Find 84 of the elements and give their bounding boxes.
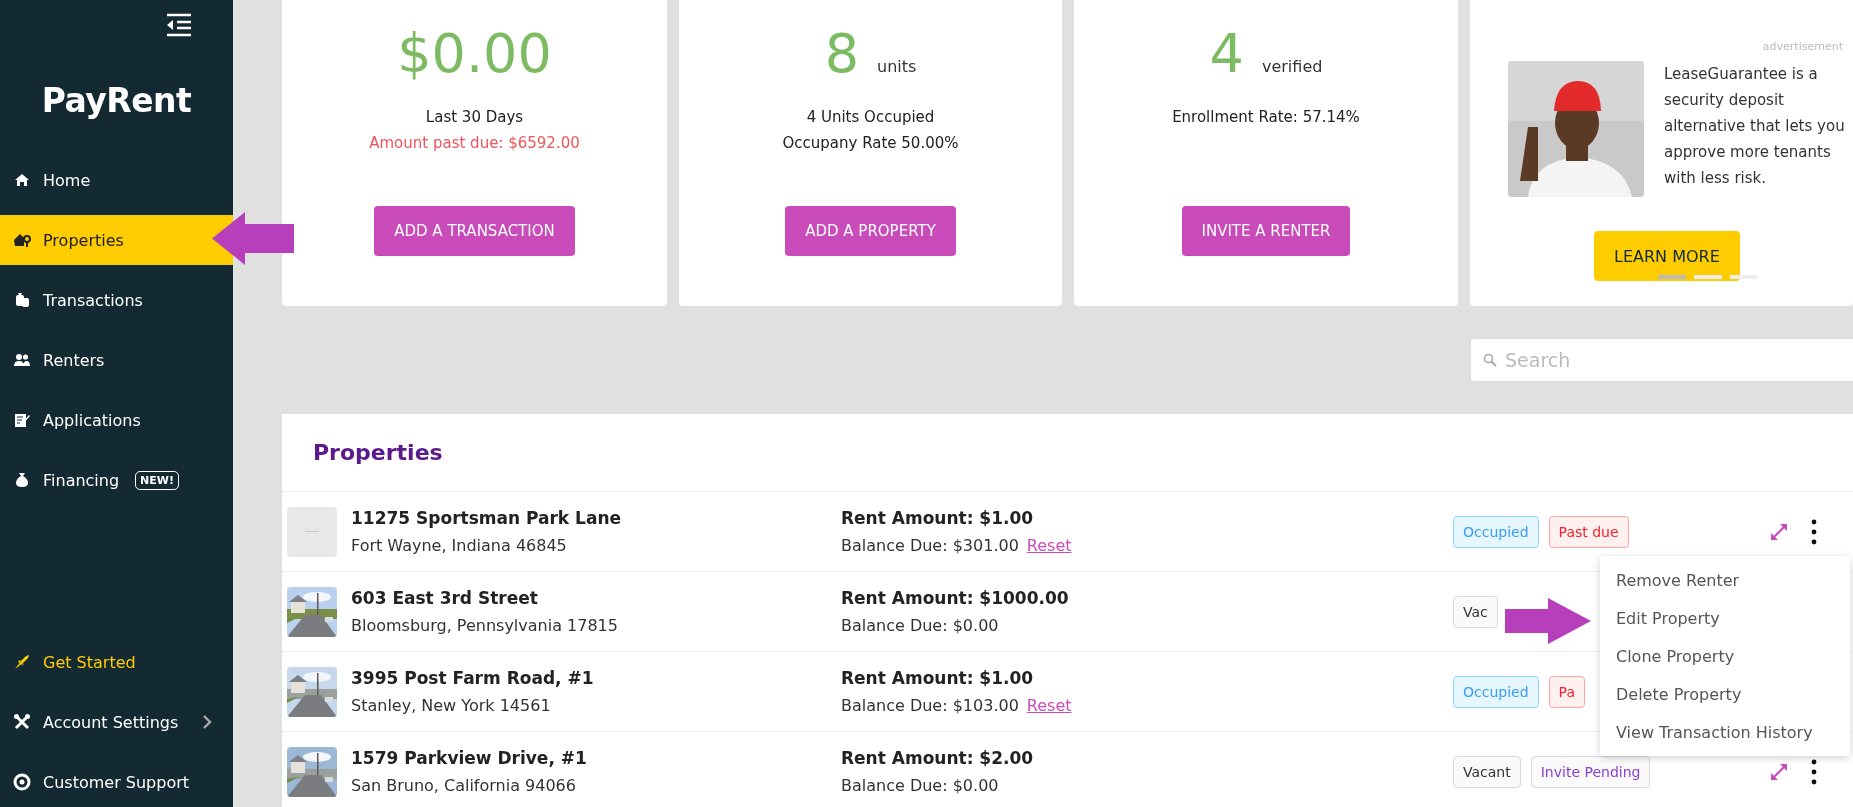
stat-value: 4 [1209, 22, 1244, 85]
nav-item[interactable]: Customer Support [0, 757, 233, 807]
stat-text: Last 30 Days [425, 108, 524, 126]
status-tag: Pa [1548, 675, 1585, 708]
nav-icon [13, 351, 31, 369]
nav-item[interactable]: Transactions [0, 275, 233, 325]
more-icon[interactable] [1811, 758, 1817, 785]
stat-value: $0.00 [397, 22, 552, 85]
nav-icon [13, 411, 31, 429]
menu-item[interactable]: Edit Property [1600, 599, 1850, 637]
property-name[interactable]: 3995 Post Farm Road, #1 [351, 668, 841, 688]
expand-icon[interactable] [1769, 761, 1789, 782]
nav-label: Renters [43, 350, 105, 370]
nav-icon [13, 773, 31, 791]
search-box[interactable]: Search [1470, 338, 1853, 382]
nav-label: Get Started [43, 652, 136, 672]
status-tag: Occupied [1453, 675, 1539, 708]
thumbnail-placeholder [287, 506, 337, 557]
property-name[interactable]: 1579 Parkview Drive, #1 [351, 748, 841, 768]
nav-icon [13, 231, 31, 249]
property-address: Stanley, New York 14561 [351, 696, 552, 715]
nav-icon [13, 291, 31, 309]
status-tag: Past due [1548, 515, 1629, 548]
stat-unit: verified [1261, 57, 1323, 76]
menu-item[interactable]: Clone Property [1600, 637, 1850, 675]
more-icon[interactable] [1811, 518, 1817, 545]
nav-item[interactable]: Home [0, 155, 233, 205]
nav-item[interactable]: Account Settings [0, 697, 233, 747]
reset-link[interactable]: Reset [1026, 696, 1072, 715]
stat-text: Amount past due: $6592.00 [369, 134, 580, 152]
expand-icon[interactable] [1769, 521, 1789, 542]
balance-due: Balance Due: $301.00 [841, 536, 1019, 555]
rent-amount: Rent Amount: $2.00 [841, 748, 1035, 768]
balance-due: Balance Due: $103.00 [841, 696, 1019, 715]
ad-text: LeaseGuarantee is a security deposit alternative that lets you approve more tenants with less risk. [1664, 64, 1846, 189]
learn-more-button[interactable]: LEARN MORE [1594, 231, 1740, 281]
balance-due: Balance Due: $0.00 [841, 776, 999, 795]
nav-icon [13, 171, 31, 189]
panel-title: Properties [313, 440, 443, 465]
status-tag: Vacant [1453, 755, 1521, 788]
property-name[interactable]: 603 East 3rd Street [351, 588, 841, 608]
rent-amount: Rent Amount: $1.00 [841, 508, 1035, 528]
nav-icon [13, 471, 31, 489]
reset-link[interactable]: Reset [1026, 536, 1072, 555]
action-button[interactable]: ADD A TRANSACTION [374, 206, 575, 256]
nav-label: Account Settings [43, 712, 179, 732]
nav-icon [13, 713, 31, 731]
menu-item[interactable]: Remove Renter [1600, 561, 1850, 599]
action-button[interactable]: INVITE A RENTER [1181, 206, 1351, 256]
menu-item[interactable]: View Transaction History [1600, 713, 1850, 751]
status-tag: Occupied [1453, 515, 1539, 548]
property-name[interactable]: 11275 Sportsman Park Lane [351, 508, 841, 528]
action-button[interactable]: ADD A PROPERTY [785, 206, 956, 256]
stat-text: 4 Units Occupied [806, 108, 935, 126]
stat-value: 8 [824, 22, 859, 85]
balance-due: Balance Due: $0.00 [841, 616, 999, 635]
stat-text: Enrollment Rate: 57.14% [1172, 108, 1360, 126]
property-address: Fort Wayne, Indiana 46845 [351, 536, 568, 555]
logo: PayRent [41, 80, 192, 120]
status-tag: Invite Pending [1530, 755, 1651, 788]
search-icon [1483, 353, 1497, 367]
nav-label: Applications [43, 410, 141, 430]
rent-amount: Rent Amount: $1.00 [841, 668, 1035, 688]
rent-amount: Rent Amount: $1000.00 [841, 588, 1070, 608]
nav-item[interactable]: Properties [0, 215, 233, 265]
stat-unit: units [877, 57, 917, 76]
nav-label: Customer Support [43, 772, 190, 792]
nav-label: Transactions [43, 290, 143, 310]
ad-label: advertisement [1761, 39, 1844, 53]
nav-item[interactable]: Applications [0, 395, 233, 445]
property-address: San Bruno, California 94066 [351, 776, 577, 795]
nav-label: Home [43, 170, 91, 190]
menu-item[interactable]: Delete Property [1600, 675, 1850, 713]
property-address: Bloomsburg, Pennsylvania 17815 [351, 616, 619, 635]
stat-text: Occupany Rate 50.00% [782, 134, 959, 152]
nav-item[interactable]: Financing NEW! [0, 455, 233, 505]
nav-item[interactable]: Renters [0, 335, 233, 385]
nav-icon [13, 653, 31, 671]
status-tag: Vac [1453, 595, 1498, 628]
nav-item[interactable]: Get Started [0, 637, 233, 687]
new-badge: NEW! [135, 470, 179, 490]
nav-label: Properties [43, 230, 124, 250]
menu-icon[interactable] [165, 13, 193, 37]
nav-label: Financing [43, 470, 120, 490]
